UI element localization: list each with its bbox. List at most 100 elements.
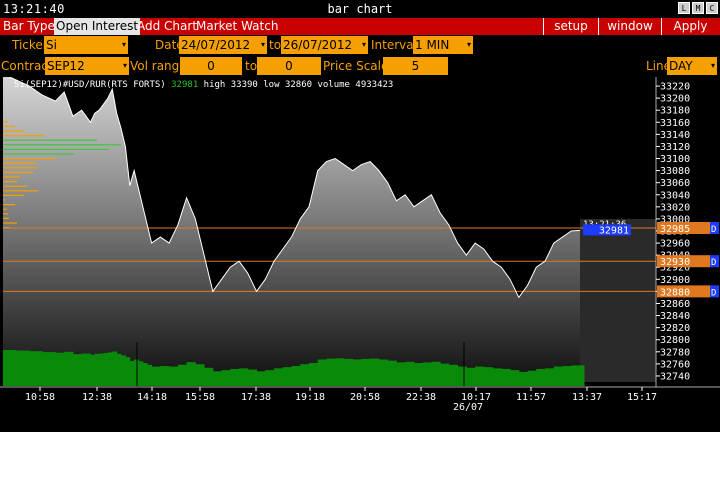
x-tick-label: 13:37 <box>572 392 602 403</box>
setup-button[interactable]: setup <box>543 18 598 35</box>
volume-bar <box>230 368 240 386</box>
volume-bar <box>147 364 153 386</box>
volume-bar <box>370 358 380 386</box>
volume-profile-bar <box>3 125 15 127</box>
x-tick-label: 12:38 <box>82 392 112 403</box>
y-tick-label: 33020 <box>660 202 690 213</box>
window-button[interactable]: window <box>598 18 661 35</box>
volume-bar <box>55 352 65 386</box>
ticker-select[interactable]: Si ▾ <box>44 36 128 54</box>
volume-profile-bar <box>3 130 24 132</box>
menu-market-watch[interactable]: Market Watch <box>196 18 278 35</box>
volume-bar <box>501 368 511 386</box>
y-tick-label: 32760 <box>660 359 690 370</box>
y-tick-label: 32740 <box>660 371 690 382</box>
volume-bar <box>42 352 56 386</box>
volume-profile-bar <box>3 176 20 178</box>
y-tick-label: 32820 <box>660 323 690 334</box>
volume-bar <box>553 366 564 386</box>
volume-profile-bar <box>3 194 24 196</box>
y-tick-label: 33220 <box>660 82 690 93</box>
line-select[interactable]: DAY ▾ <box>667 57 717 75</box>
volume-bar <box>107 352 113 386</box>
contract-select[interactable]: SEP12 ▾ <box>45 57 129 75</box>
price-scale-value: 5 <box>411 59 420 73</box>
volume-profile-bar <box>3 139 97 141</box>
volume-bar <box>112 351 118 386</box>
volume-bar <box>343 358 354 386</box>
chevron-down-icon: ▾ <box>260 40 265 49</box>
volume-profile-bar <box>3 185 27 187</box>
volume-bar <box>151 366 161 386</box>
date-to-label: to <box>269 38 282 52</box>
date-from-field[interactable]: 24/07/2012 ▾ <box>179 36 267 54</box>
x-tick-label: 20:58 <box>350 392 380 403</box>
volume-bar <box>440 363 450 386</box>
volume-bar <box>396 362 406 386</box>
menu-bar-type[interactable]: Bar Type <box>3 18 55 35</box>
volume-bar <box>326 358 336 386</box>
chevron-down-icon: ▾ <box>122 61 127 70</box>
volume-bar <box>571 365 581 386</box>
volume-profile-bar <box>3 148 109 150</box>
legend-high: high 33390 <box>203 80 258 90</box>
volume-bar <box>413 363 424 386</box>
volume-bar <box>352 359 362 386</box>
volume-bar <box>361 358 371 386</box>
volume-profile-bar <box>3 167 38 169</box>
volume-profile-bar <box>3 190 38 192</box>
interval-value: 1 MIN <box>415 38 450 52</box>
volume-bar <box>300 364 310 386</box>
menu-add-chart[interactable]: Add Chart <box>137 18 197 35</box>
volume-bar <box>282 367 292 386</box>
window-button-l[interactable]: L <box>678 2 690 14</box>
volume-bar <box>387 360 397 386</box>
vol-to-field[interactable]: 0 <box>257 57 321 75</box>
volume-bar <box>448 364 459 386</box>
volume-bar <box>335 358 345 386</box>
volume-bar <box>186 362 196 386</box>
window-button-m[interactable]: M <box>692 2 704 14</box>
menu-open-interest[interactable]: Open Interest <box>54 18 141 35</box>
y-tick-label: 33140 <box>660 130 690 141</box>
volume-bar <box>308 363 319 386</box>
volume-bar <box>457 366 467 386</box>
price-scale-field[interactable]: 5 <box>383 57 448 75</box>
volume-bar <box>518 371 529 386</box>
window-controls: L M C <box>678 2 718 14</box>
volume-bar <box>562 365 572 386</box>
volume-profile-bar <box>3 158 56 160</box>
volume-bar <box>103 352 109 386</box>
x-tick-label: 14:18 <box>137 392 167 403</box>
chevron-down-icon: ▾ <box>466 40 471 49</box>
volume-bar <box>545 368 555 386</box>
volume-profile-bar <box>3 204 15 206</box>
apply-button[interactable]: Apply <box>661 18 719 35</box>
volume-bar <box>16 350 30 386</box>
volume-bar <box>160 365 170 386</box>
x-date-label: 26/07 <box>453 402 483 413</box>
line-value: DAY <box>669 59 693 73</box>
date-to-field[interactable]: 26/07/2012 ▾ <box>281 36 368 54</box>
interval-select[interactable]: 1 MIN ▾ <box>413 36 473 54</box>
y-tick-label: 33120 <box>660 142 690 153</box>
volume-bar <box>125 357 131 386</box>
y-tick-label: 32900 <box>660 275 690 286</box>
y-tick-label: 33040 <box>660 190 690 201</box>
x-tick-label: 17:38 <box>241 392 271 403</box>
y-tick-label: 33200 <box>660 94 690 105</box>
volume-bar <box>510 370 520 386</box>
controls-row-2: Contract SEP12 ▾ Vol range 0 to 0 Price … <box>0 56 720 76</box>
window-button-c[interactable]: C <box>706 2 718 14</box>
volume-bar <box>169 366 179 386</box>
volume-bar <box>221 370 231 386</box>
price-chart[interactable]: 3322033200331803316033140331203310033080… <box>0 77 720 432</box>
volume-profile-bar <box>3 121 8 123</box>
volume-profile-bar <box>3 135 44 137</box>
volume-bar <box>274 368 284 386</box>
volume-bar <box>256 371 266 386</box>
chevron-down-icon: ▾ <box>361 40 366 49</box>
volume-bar <box>422 362 432 386</box>
vol-from-field[interactable]: 0 <box>180 57 242 75</box>
date-from-value: 24/07/2012 <box>181 38 251 52</box>
